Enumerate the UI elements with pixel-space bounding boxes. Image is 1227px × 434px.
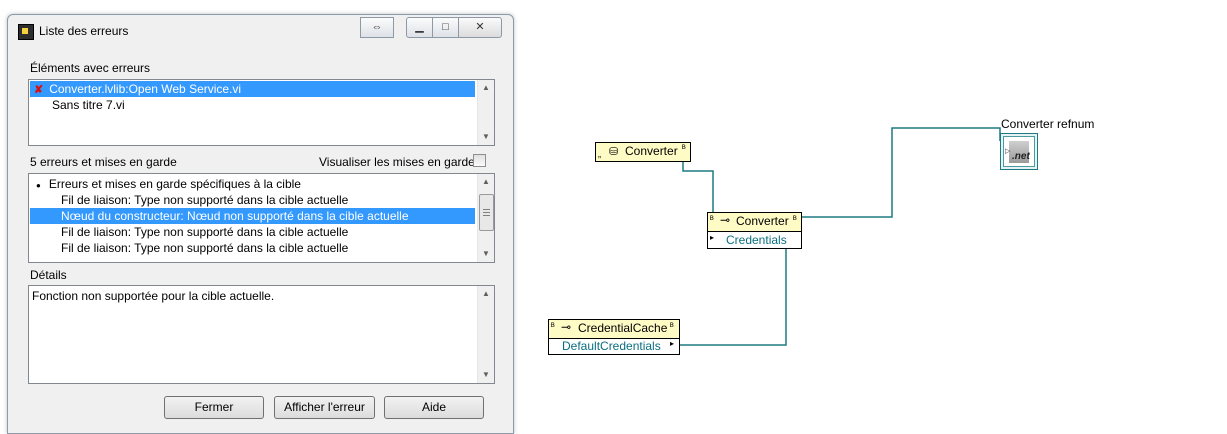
credentials-property[interactable]: ▸ Credentials xyxy=(707,231,802,249)
converter-refnum-indicator[interactable]: ▷ .net xyxy=(1000,133,1038,170)
constructor-label: Converter xyxy=(736,214,789,228)
indicator-label: Converter refnum xyxy=(1001,117,1095,131)
terminal-icon: „ xyxy=(598,149,601,159)
constructor-node[interactable]: ᴮ ⊸ Converter ᴮ xyxy=(707,212,802,232)
terminal-icon: ᴮ xyxy=(793,214,797,224)
terminal-icon: ᴮ xyxy=(682,143,686,153)
credentialcache-label: CredentialCache xyxy=(578,321,668,335)
key-icon: ⊸ xyxy=(561,320,572,334)
arrow-right-icon: ▸ xyxy=(670,339,675,348)
property-label: DefaultCredentials xyxy=(562,339,661,353)
net-refnum-icon: ▷ .net xyxy=(1003,136,1035,167)
wire-constructor-to-indicator xyxy=(801,127,1001,218)
terminal-icon: ᴮ xyxy=(670,321,674,331)
converter-class-constant[interactable]: „ ⛁ Converter ᴮ xyxy=(595,142,691,162)
wire-constant-to-constructor xyxy=(682,161,714,215)
terminal-icon: ᴮ xyxy=(551,321,555,331)
constant-label: Converter xyxy=(625,144,678,158)
key-icon: ⊸ xyxy=(720,213,731,227)
terminal-icon: ᴮ xyxy=(710,214,714,224)
diagram-wires xyxy=(678,127,1001,346)
credentialcache-node[interactable]: ᴮ ⊸ CredentialCache ᴮ xyxy=(548,319,680,339)
arrow-right-icon: ▸ xyxy=(710,233,715,242)
wire-credentials xyxy=(678,249,787,346)
class-constant-icon: ⛁ xyxy=(609,146,619,158)
defaultcredentials-property[interactable]: DefaultCredentials ▸ xyxy=(548,338,680,355)
property-label: Credentials xyxy=(726,233,787,247)
